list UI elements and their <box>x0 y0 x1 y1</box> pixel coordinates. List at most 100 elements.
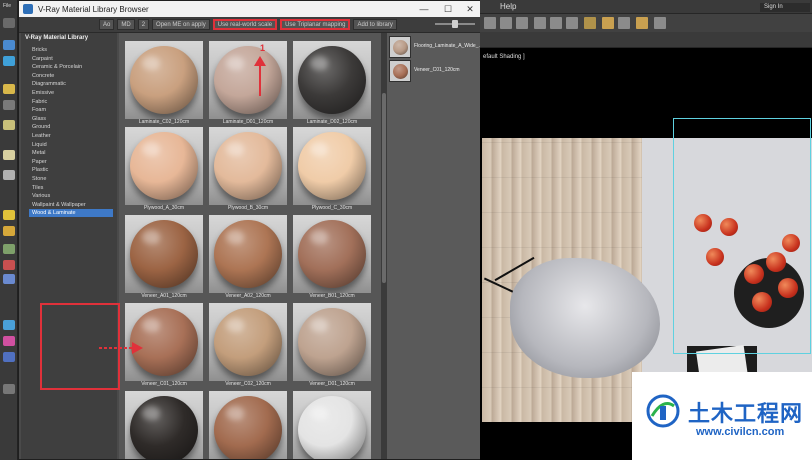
tree-item[interactable]: Wood & Laminate <box>29 209 113 218</box>
scene-material-item[interactable]: Flooring_Laminate_A_Wide_... <box>389 36 483 58</box>
toolbar-btn-2[interactable]: 2 <box>137 19 150 30</box>
tree-item[interactable]: Liquid <box>32 141 116 149</box>
tree-item[interactable]: Plastic <box>32 166 116 174</box>
paint-icon[interactable] <box>3 260 15 270</box>
geometry-icon[interactable] <box>3 120 15 130</box>
material-thumbnail[interactable] <box>291 389 373 459</box>
tree-item[interactable]: Carpaint <box>32 55 116 63</box>
tree-item[interactable]: Diagrammatic <box>32 80 116 88</box>
tree-item[interactable]: Wallpaint & Wallpaper <box>32 201 116 209</box>
tree-item[interactable]: Bricks <box>32 46 116 54</box>
toolbar-btn-ao[interactable]: Ao <box>99 19 115 30</box>
scene-explorer-icon[interactable] <box>500 17 512 29</box>
schematic-view-icon[interactable] <box>566 17 578 29</box>
material-thumbnail[interactable]: Laminate_C02_120cm <box>123 39 205 127</box>
material-thumbnail[interactable]: Plywood_A_30cm <box>123 125 205 213</box>
maximize-button[interactable]: ☐ <box>437 2 459 16</box>
tree-item[interactable]: Concrete <box>32 72 116 80</box>
tree-item[interactable]: Paper <box>32 158 116 166</box>
material-label: Veneer_C02_120cm <box>225 381 271 387</box>
color-wheel-icon[interactable] <box>3 336 15 346</box>
grid-icon[interactable] <box>3 244 15 254</box>
tree-item[interactable]: Leather <box>32 132 116 140</box>
layers-icon[interactable] <box>3 352 15 362</box>
close-button[interactable]: ✕ <box>459 2 481 16</box>
real-world-scale-toggle[interactable]: Use real-world scale <box>212 19 278 30</box>
window-titlebar[interactable]: V-Ray Material Library Browser — ☐ ✕ <box>19 1 481 17</box>
host-left-toolbar: File <box>0 0 18 460</box>
tree-item[interactable]: Foam <box>32 106 116 114</box>
tree-item[interactable]: Emissive <box>32 89 116 97</box>
curve-editor-icon[interactable] <box>550 17 562 29</box>
material-sphere <box>298 46 366 114</box>
menu-help[interactable]: Help <box>500 2 516 11</box>
tree-root-label[interactable]: V-Ray Material Library <box>25 35 88 41</box>
tree-item[interactable]: Glass <box>32 115 116 123</box>
watermark: 土木工程网 www.civilcn.com <box>632 372 812 460</box>
material-editor-icon[interactable] <box>584 17 596 29</box>
render-setup-icon[interactable] <box>602 17 614 29</box>
sphere-highlight <box>142 56 160 70</box>
tree-item[interactable]: Stone <box>32 175 116 183</box>
light-icon[interactable] <box>3 84 15 94</box>
slider-handle[interactable] <box>452 20 458 28</box>
minimize-button[interactable]: — <box>413 2 435 16</box>
material-thumbnail[interactable]: Veneer_B01_120cm <box>291 213 373 301</box>
render-icon[interactable] <box>3 226 15 236</box>
tree-item[interactable]: Various <box>32 192 116 200</box>
material-thumbnail[interactable]: Laminate_D02_120cm <box>291 39 373 127</box>
tree-item[interactable]: Ceramic & Porcelain <box>32 63 116 71</box>
settings-icon[interactable] <box>3 384 15 394</box>
material-sphere <box>298 132 366 200</box>
material-sphere <box>214 132 282 200</box>
tree-item[interactable]: Tiles <box>32 184 116 192</box>
teapot-icon[interactable] <box>3 170 15 180</box>
rendered-frame-icon[interactable] <box>618 17 630 29</box>
scene-material-item[interactable]: Veneer_C01_120cm <box>389 60 479 82</box>
render-production-icon[interactable] <box>636 17 648 29</box>
watermark-url: www.civilcn.com <box>696 426 785 438</box>
material-sphere <box>214 396 282 459</box>
menu-file-label[interactable]: File <box>3 3 17 13</box>
scene-material-label: Flooring_Laminate_A_Wide_... <box>414 43 483 49</box>
step-number-annotation: 1 <box>260 43 266 53</box>
material-thumbnail[interactable] <box>123 389 205 459</box>
add-to-library-button[interactable]: Add to library <box>353 19 397 30</box>
material-thumbnail[interactable] <box>207 389 289 459</box>
material-sphere <box>130 396 198 459</box>
material-thumbnail[interactable]: Plywood_C_30cm <box>291 125 373 213</box>
modify-icon[interactable] <box>3 56 15 66</box>
thumbnail-size-slider[interactable] <box>435 20 475 28</box>
material-thumbnail[interactable]: Veneer_A01_120cm <box>123 213 205 301</box>
material-thumbnail[interactable]: Plywood_B_30cm <box>207 125 289 213</box>
camera-icon[interactable] <box>3 100 15 110</box>
tree-item[interactable]: Fabric <box>32 98 116 106</box>
render-teapot-icon[interactable] <box>654 17 666 29</box>
material-preview <box>125 215 203 293</box>
rig-icon[interactable] <box>3 274 15 284</box>
sun-icon[interactable] <box>3 210 15 220</box>
material-preview <box>125 391 203 459</box>
sign-in-dropdown[interactable]: Sign In <box>760 3 810 12</box>
toolbar-btn-md[interactable]: MD <box>117 19 135 30</box>
host-main-toolbar <box>480 14 812 32</box>
undo-icon[interactable] <box>3 18 15 28</box>
sphere-icon[interactable] <box>3 150 15 160</box>
layer-explorer-icon[interactable] <box>516 17 528 29</box>
scene-material-sphere <box>393 64 408 79</box>
globe-icon[interactable] <box>3 320 15 330</box>
material-thumbnail[interactable]: Veneer_D01_120cm <box>291 301 373 389</box>
tree-item[interactable]: Ground <box>32 123 116 131</box>
select-icon[interactable] <box>484 17 496 29</box>
triplanar-mapping-toggle[interactable]: Use Triplanar mapping <box>280 19 351 30</box>
scrollbar-thumb[interactable] <box>382 93 386 283</box>
material-preview <box>209 215 287 293</box>
material-thumbnail[interactable]: Veneer_A02_120cm <box>207 213 289 301</box>
open-me-on-apply-toggle[interactable]: Open ME on apply <box>152 19 210 30</box>
tree-item[interactable]: Metal <box>32 149 116 157</box>
toggle-ribbon-icon[interactable] <box>534 17 546 29</box>
create-icon[interactable] <box>3 40 15 50</box>
viewport-label[interactable]: efault Shading ] <box>483 54 525 60</box>
material-thumbnail[interactable]: Veneer_C02_120cm <box>207 301 289 389</box>
material-thumbnail[interactable]: Laminate_D01_120cm <box>207 39 289 127</box>
